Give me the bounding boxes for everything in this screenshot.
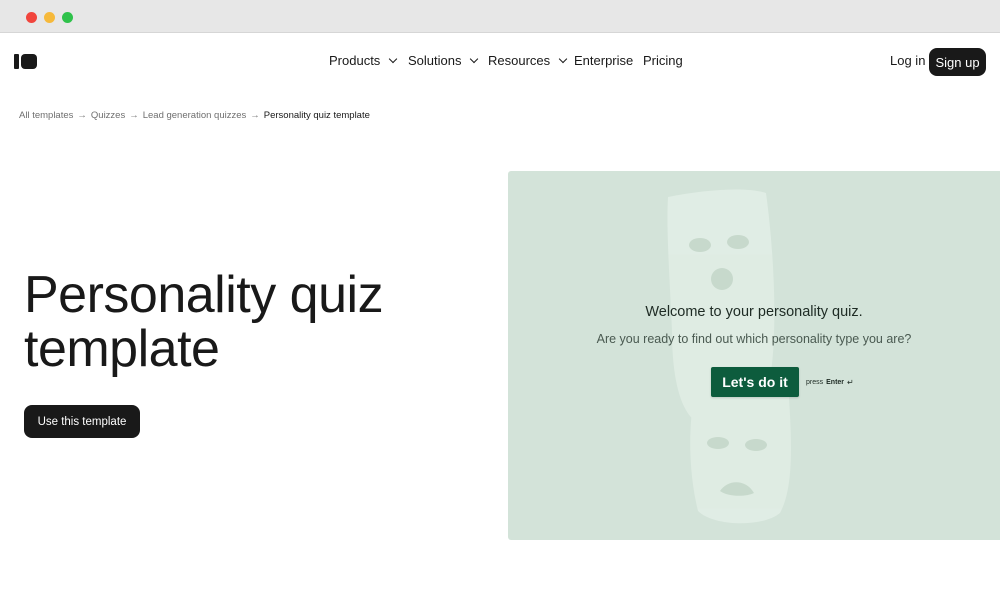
quiz-welcome-text: Welcome to your personality quiz.: [645, 304, 863, 320]
nav-item-products[interactable]: Products: [329, 53, 398, 68]
nav-item-label: Resources: [488, 53, 551, 68]
nav-item-label: Pricing: [643, 53, 683, 68]
browser-chrome: [0, 0, 1000, 33]
chevron-down-icon: [470, 54, 479, 63]
page-title-line1: Personality quiz: [24, 266, 384, 324]
breadcrumb-all-templates[interactable]: All templates: [19, 110, 73, 121]
window-minimize-button[interactable]: [44, 12, 55, 23]
nav-item-resources[interactable]: Resources: [488, 53, 568, 68]
nav-item-label: Products: [329, 53, 381, 68]
quiz-question-text: Are you ready to find out which personal…: [596, 332, 912, 346]
nav-item-label: Solutions: [408, 53, 462, 68]
breadcrumb-quizzes[interactable]: Quizzes: [91, 110, 125, 121]
nav-item-label: Enterprise: [574, 53, 634, 68]
breadcrumb-separator: →: [129, 110, 139, 121]
nav-item-pricing[interactable]: Pricing: [643, 53, 683, 68]
breadcrumb: All templates → Quizzes → Lead generatio…: [19, 110, 370, 121]
window-close-button[interactable]: [26, 12, 37, 23]
quiz-preview[interactable]: Welcome to your personality quiz. Are yo…: [508, 171, 1000, 540]
breadcrumb-separator: →: [250, 110, 260, 121]
enter-key-icon: ↵: [847, 378, 854, 387]
keyboard-hint: press Enter ↵: [806, 378, 854, 387]
keyboard-hint-key: Enter: [826, 379, 845, 386]
use-this-template-button[interactable]: Use this template: [24, 405, 140, 438]
window-maximize-button[interactable]: [62, 12, 73, 23]
login-link[interactable]: Log in: [890, 53, 925, 68]
page-title-line2: template: [24, 320, 220, 378]
top-navigation: Products Solutions Resources Enterprise …: [0, 33, 1000, 91]
signup-button[interactable]: Sign up: [929, 48, 986, 76]
chevron-down-icon: [389, 54, 398, 63]
keyboard-hint-prefix: press: [806, 379, 824, 386]
theater-masks-icon: [667, 189, 791, 524]
breadcrumb-current-page: Personality quiz template: [263, 110, 370, 121]
typeform-logo-icon[interactable]: [14, 54, 37, 69]
lets-do-it-button[interactable]: Let's do it: [711, 367, 799, 397]
breadcrumb-lead-generation-quizzes[interactable]: Lead generation quizzes: [143, 110, 247, 121]
page-title: Personality quiz template: [24, 268, 484, 376]
nav-item-enterprise[interactable]: Enterprise: [574, 53, 633, 68]
breadcrumb-separator: →: [77, 110, 87, 121]
nav-item-solutions[interactable]: Solutions: [408, 53, 479, 68]
chevron-down-icon: [558, 54, 568, 63]
